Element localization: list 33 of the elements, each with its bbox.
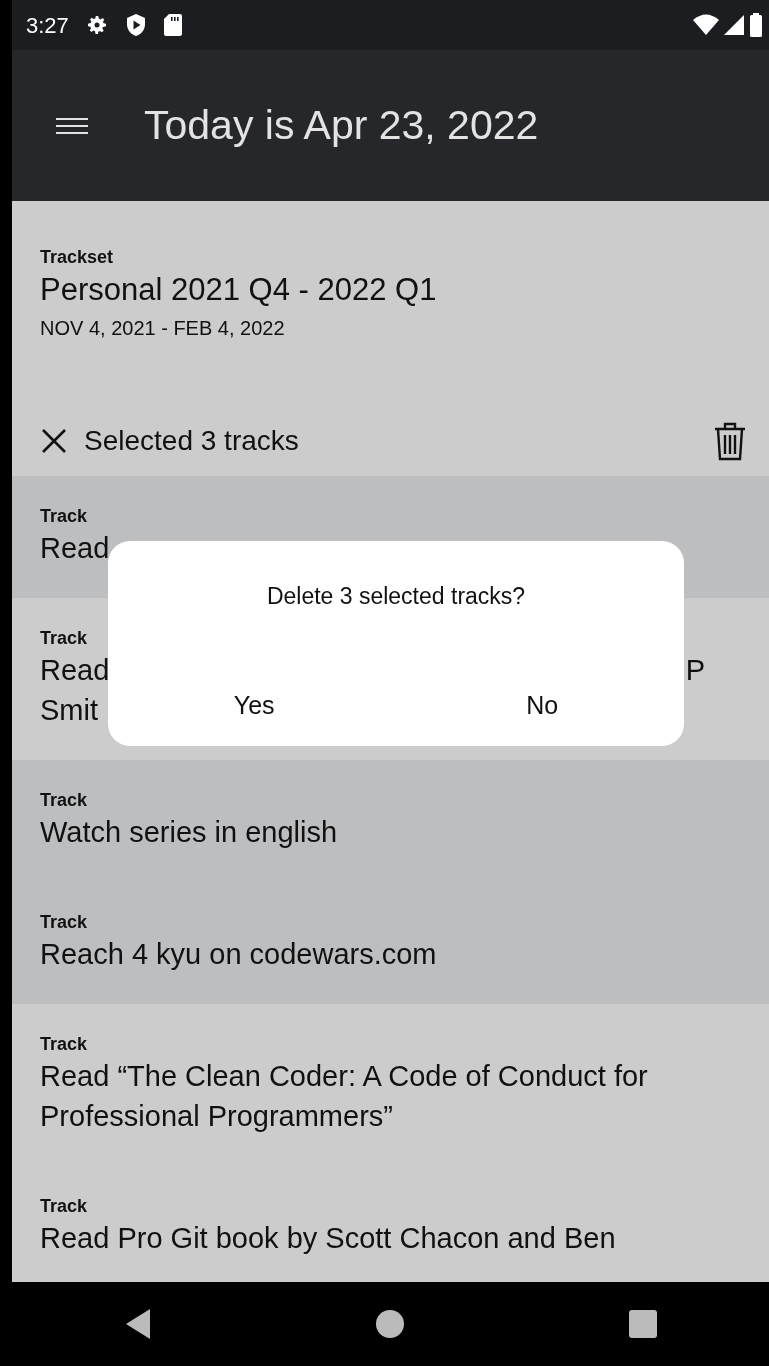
signal-icon xyxy=(723,14,745,36)
track-title: Read Pro Git book by Scott Chacon and Ben xyxy=(40,1221,616,1256)
track-row[interactable]: Track Read “The Clean Coder: A Code of Conduct for Professional Programmers” xyxy=(12,1004,769,1166)
track-title: P xyxy=(685,653,705,688)
cancel-button[interactable]: No xyxy=(514,680,571,730)
trackset-name: Personal 2021 Q4 - 2022 Q1 xyxy=(40,271,438,309)
close-button[interactable] xyxy=(40,427,68,455)
track-label: Track xyxy=(40,1033,89,1056)
selection-count: Selected 3 tracks xyxy=(84,424,299,458)
recents-icon[interactable] xyxy=(627,1309,658,1339)
trackset-dates: NOV 4, 2021 - FEB 4, 2022 xyxy=(40,316,286,341)
track-title: Read xyxy=(40,531,110,566)
track-row[interactable]: Track Read Pro Git book by Scott Chacon and Ben xyxy=(12,1166,769,1282)
track-row[interactable]: Track Reach 4 kyu on codewars.com xyxy=(12,882,769,1004)
track-label: Track xyxy=(40,505,89,528)
sd-card-icon xyxy=(162,13,183,37)
shield-icon xyxy=(124,13,147,37)
track-title: Reach 4 kyu on codewars.com xyxy=(40,937,437,972)
confirm-button[interactable]: Yes xyxy=(221,680,287,730)
track-row[interactable]: Track Watch series in english xyxy=(12,760,769,882)
trackset-label: Trackset xyxy=(40,246,115,269)
track-label: Track xyxy=(40,1195,89,1218)
home-icon[interactable] xyxy=(374,1309,405,1339)
track-title: Watch series in english xyxy=(40,815,338,850)
battery-icon xyxy=(749,13,763,37)
track-title: Read xyxy=(40,653,110,688)
track-title: Read “The Clean Coder: A Code of Conduct for Professional Programmers” xyxy=(40,1059,649,1134)
wifi-icon xyxy=(693,14,719,36)
track-label: Track xyxy=(40,911,89,934)
delete-button[interactable] xyxy=(713,421,747,461)
clock-text: 3:27 xyxy=(26,11,69,40)
track-label: Track xyxy=(40,789,89,812)
app-title: Today is Apr 23, 2022 xyxy=(144,100,539,150)
